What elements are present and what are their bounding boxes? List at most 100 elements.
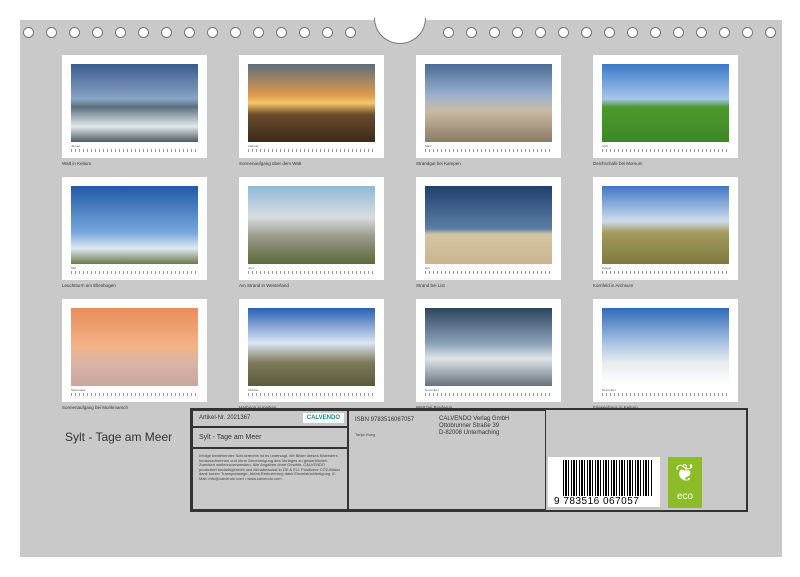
binding-hole (322, 27, 333, 38)
article-number: Artikel-Nr. 2021367 CALVENDO (192, 410, 348, 427)
binding-hole (604, 27, 615, 38)
barcode-bars (563, 460, 653, 496)
month-card: Juli (416, 177, 561, 280)
binding-hole (489, 27, 500, 38)
month-photo (248, 64, 375, 142)
month-caption: Deichschafe bei Morsum (593, 161, 643, 166)
barcode: 9 783516 067057 (548, 457, 660, 507)
day-row (71, 149, 198, 152)
calendar-title: Sylt - Tage am Meer (65, 430, 172, 444)
month-label: Dezember (602, 388, 616, 392)
binding-hole (253, 27, 264, 38)
day-row (602, 149, 729, 152)
month-label: September (71, 388, 86, 392)
month-label: Juni (248, 266, 254, 270)
month-caption: Strand bei List (416, 283, 445, 288)
month-caption: Am Strand in Westerland (239, 283, 289, 288)
month-label: Februar (248, 144, 259, 148)
month-caption: Sonnenaufgang bei Munkmarsch (62, 405, 128, 410)
month-card: Januar (62, 55, 207, 158)
day-row (71, 271, 198, 274)
day-row (71, 393, 198, 396)
binding-hole (299, 27, 310, 38)
publisher-name: CALVENDO Verlag GmbH (439, 416, 509, 423)
month-label: März (425, 144, 432, 148)
month-photo (602, 64, 729, 142)
info-box: Artikel-Nr. 2021367 CALVENDO Sylt - Tage… (190, 408, 748, 512)
month-photo (71, 186, 198, 264)
day-row (602, 393, 729, 396)
binding-hole (23, 27, 34, 38)
binding-hole (719, 27, 730, 38)
month-card: Februar (239, 55, 384, 158)
binding-hole (276, 27, 287, 38)
publisher-street: Ottobrunner Straße 39 (439, 423, 509, 430)
month-caption: Sonnenaufgang über dem Watt (239, 161, 301, 166)
eco-label: eco (668, 491, 702, 502)
month-photo (71, 308, 198, 386)
calvendo-logo: CALVENDO (303, 413, 344, 423)
month-caption: Watt in Keitum (62, 161, 91, 166)
day-row (248, 393, 375, 396)
month-label: August (602, 266, 611, 270)
month-photo (248, 308, 375, 386)
hanger-notch (374, 18, 426, 44)
month-card: März (416, 55, 561, 158)
month-caption: Kornfeld in Archsum (593, 283, 633, 288)
binding-hole (765, 27, 776, 38)
binding-hole (230, 27, 241, 38)
day-row (425, 271, 552, 274)
binding-hole (115, 27, 126, 38)
article-text: Artikel-Nr. 2021367 (199, 415, 250, 421)
month-card: Dezember (593, 299, 738, 402)
month-label: April (602, 144, 608, 148)
barcode-number: 9 783516 067057 (554, 496, 639, 507)
binding-hole (443, 27, 454, 38)
binding-hole (673, 27, 684, 38)
publisher-cell: ISBN 9783516067057 Tanja Hoeg CALVENDO V… (348, 410, 546, 510)
day-row (248, 271, 375, 274)
binding-hole (742, 27, 753, 38)
month-photo (602, 186, 729, 264)
month-photo (425, 308, 552, 386)
month-label: Oktober (248, 388, 259, 392)
month-caption: Leuchtturm am Ellenbogen (62, 283, 116, 288)
month-label: Mai (71, 266, 76, 270)
eco-logo: ❦eco (668, 457, 702, 508)
binding-hole (207, 27, 218, 38)
binding-hole (161, 27, 172, 38)
month-photo (425, 64, 552, 142)
binding-hole (138, 27, 149, 38)
binding-hole (46, 27, 57, 38)
month-card: Mai (62, 177, 207, 280)
binding-hole (696, 27, 707, 38)
month-caption: Strandgut bei Kampen (416, 161, 461, 166)
day-row (425, 393, 552, 396)
binding-hole (627, 27, 638, 38)
month-photo (71, 64, 198, 142)
binding-hole (184, 27, 195, 38)
month-card: April (593, 55, 738, 158)
binding-hole (92, 27, 103, 38)
day-row (602, 271, 729, 274)
month-card: September (62, 299, 207, 402)
month-label: Juli (425, 266, 430, 270)
binding-hole (466, 27, 477, 38)
day-row (248, 149, 375, 152)
leaf-icon: ❦ (668, 457, 702, 491)
month-label: Januar (71, 144, 80, 148)
binding-hole (581, 27, 592, 38)
month-label: November (425, 388, 439, 392)
binding-hole (650, 27, 661, 38)
publisher-city: D-82008 Unterhaching (439, 430, 509, 437)
product-title: Sylt - Tage am Meer (192, 427, 348, 448)
binding-hole (558, 27, 569, 38)
month-photo (425, 186, 552, 264)
binding-hole (345, 27, 356, 38)
month-card: Oktober (239, 299, 384, 402)
month-photo (602, 308, 729, 386)
month-card: Juni (239, 177, 384, 280)
month-card: November (416, 299, 561, 402)
day-row (425, 149, 552, 152)
legal-text: Infolge bestehender Schutzrechte ist es … (192, 448, 348, 510)
